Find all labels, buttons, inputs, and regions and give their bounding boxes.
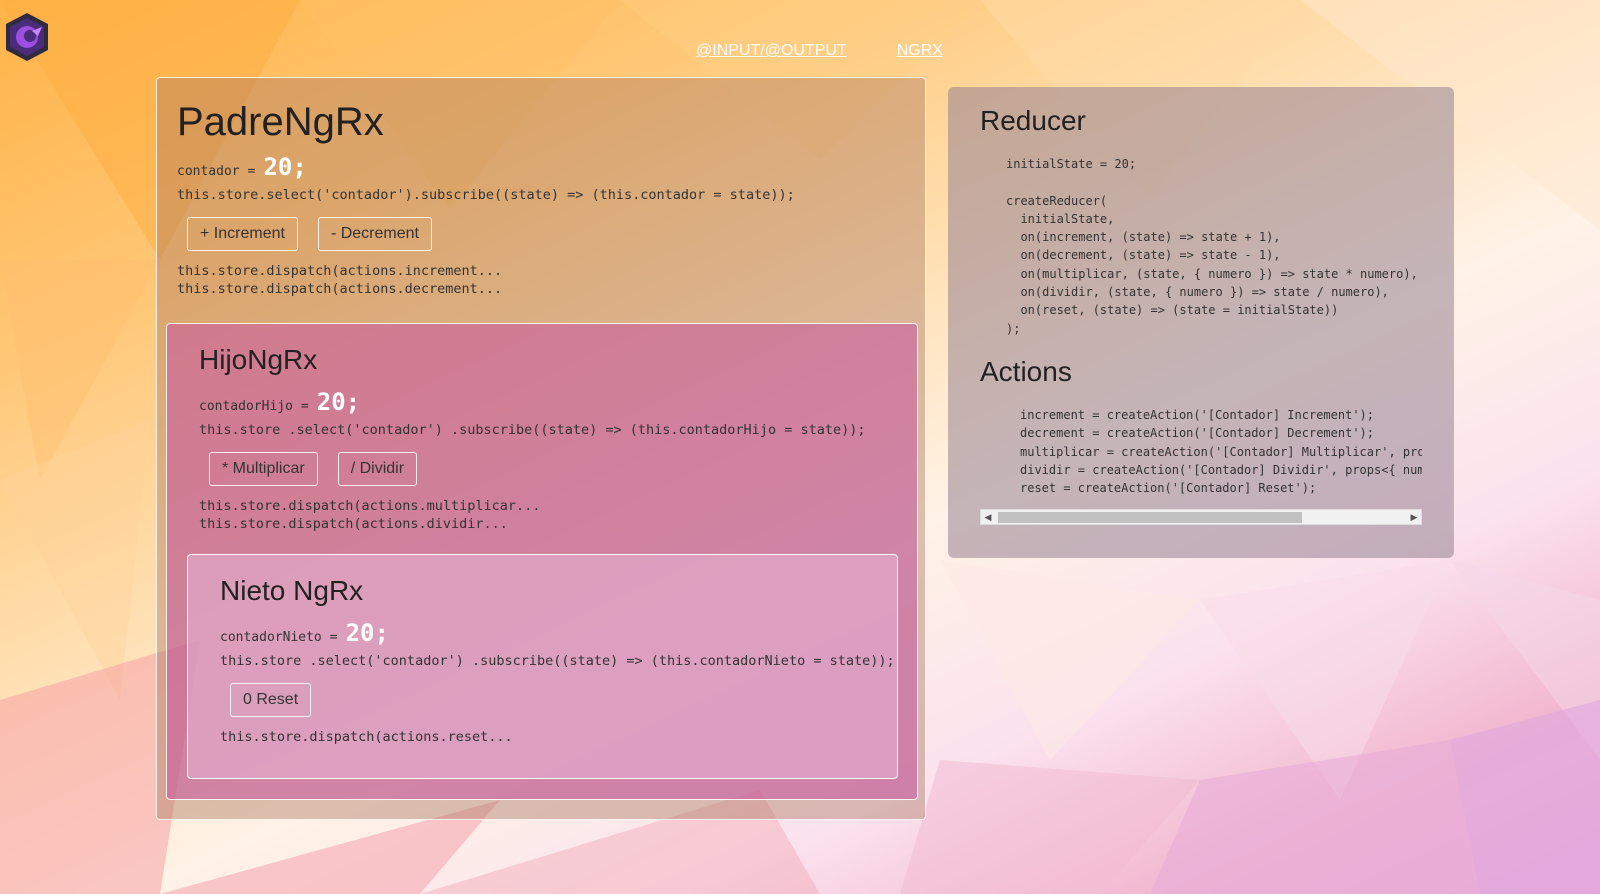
nieto-panel: Nieto NgRx contadorNieto = 20; this.stor… xyxy=(187,554,898,779)
hijo-button-row: * Multiplicar / Dividir xyxy=(209,452,885,486)
padre-title: PadreNgRx xyxy=(177,100,384,144)
nieto-counter: contadorNieto = 20; xyxy=(220,619,865,647)
hijo-title: HijoNgRx xyxy=(199,344,318,375)
nav-link-input-output[interactable]: @INPUT/@OUTPUT xyxy=(696,42,847,60)
padre-counter-name: contador xyxy=(177,164,240,179)
reducer-code: initialState = 20; createReducer( initia… xyxy=(1006,157,1418,336)
nieto-select-code: this.store .select('contador') .subscrib… xyxy=(220,653,895,669)
decrement-button[interactable]: - Decrement xyxy=(317,217,432,251)
actions-horizontal-scrollbar[interactable]: ◀ ▶ xyxy=(980,509,1422,526)
padre-counter: contador = 20; xyxy=(177,153,905,181)
nieto-dispatch-reset: this.store.dispatch(actions.reset... xyxy=(220,729,513,745)
dividir-button[interactable]: / Dividir xyxy=(337,452,418,486)
padre-panel: PadreNgRx contador = 20; this.store.sele… xyxy=(156,77,926,820)
padre-counter-equals: = xyxy=(247,164,256,179)
triangle-right-icon[interactable]: ▶ xyxy=(1407,510,1421,524)
hijo-dispatch-dividir: this.store.dispatch(actions.dividir... xyxy=(199,516,508,532)
padre-dispatch-decrement: this.store.dispatch(actions.decrement... xyxy=(177,281,503,297)
reset-button[interactable]: 0 Reset xyxy=(230,683,312,717)
hijo-panel: HijoNgRx contadorHijo = 20; this.store .… xyxy=(166,323,918,800)
hijo-counter: contadorHijo = 20; xyxy=(199,388,885,416)
hijo-select-code: this.store .select('contador') .subscrib… xyxy=(199,422,866,438)
actions-scroll-area[interactable]: increment = createAction('[Contador] Inc… xyxy=(980,406,1422,509)
padre-button-row: + Increment - Decrement xyxy=(187,217,905,251)
hijo-counter-equals: = xyxy=(300,399,309,414)
increment-button[interactable]: + Increment xyxy=(187,217,298,251)
nieto-button-row: 0 Reset xyxy=(230,683,865,717)
actions-code: increment = createAction('[Contador] Inc… xyxy=(1020,407,1422,496)
hijo-dispatch-multiplicar: this.store.dispatch(actions.multiplicar.… xyxy=(199,498,541,514)
ngrx-logo-icon[interactable] xyxy=(4,12,50,62)
reducer-title: Reducer xyxy=(980,105,1086,136)
hijo-counter-value: 20; xyxy=(316,388,361,416)
actions-title: Actions xyxy=(980,355,1072,387)
hijo-counter-name: contadorHijo xyxy=(199,399,293,414)
nieto-title: Nieto NgRx xyxy=(220,575,364,606)
scrollbar-thumb[interactable] xyxy=(998,512,1302,524)
triangle-left-icon[interactable]: ◀ xyxy=(981,510,995,524)
nieto-counter-value: 20; xyxy=(345,619,389,647)
padre-select-code: this.store.select('contador').subscribe(… xyxy=(177,187,795,203)
nieto-counter-equals: = xyxy=(329,630,338,645)
top-nav: @INPUT/@OUTPUT NGRX xyxy=(696,42,943,60)
multiplicar-button[interactable]: * Multiplicar xyxy=(209,452,318,486)
padre-counter-value: 20; xyxy=(263,153,307,181)
nav-link-ngrx[interactable]: NGRX xyxy=(897,42,943,60)
nieto-counter-name: contadorNieto xyxy=(220,630,322,645)
reducer-panel: Reducer initialState = 20; createReducer… xyxy=(948,87,1454,558)
padre-dispatch-increment: this.store.dispatch(actions.increment... xyxy=(177,263,503,279)
